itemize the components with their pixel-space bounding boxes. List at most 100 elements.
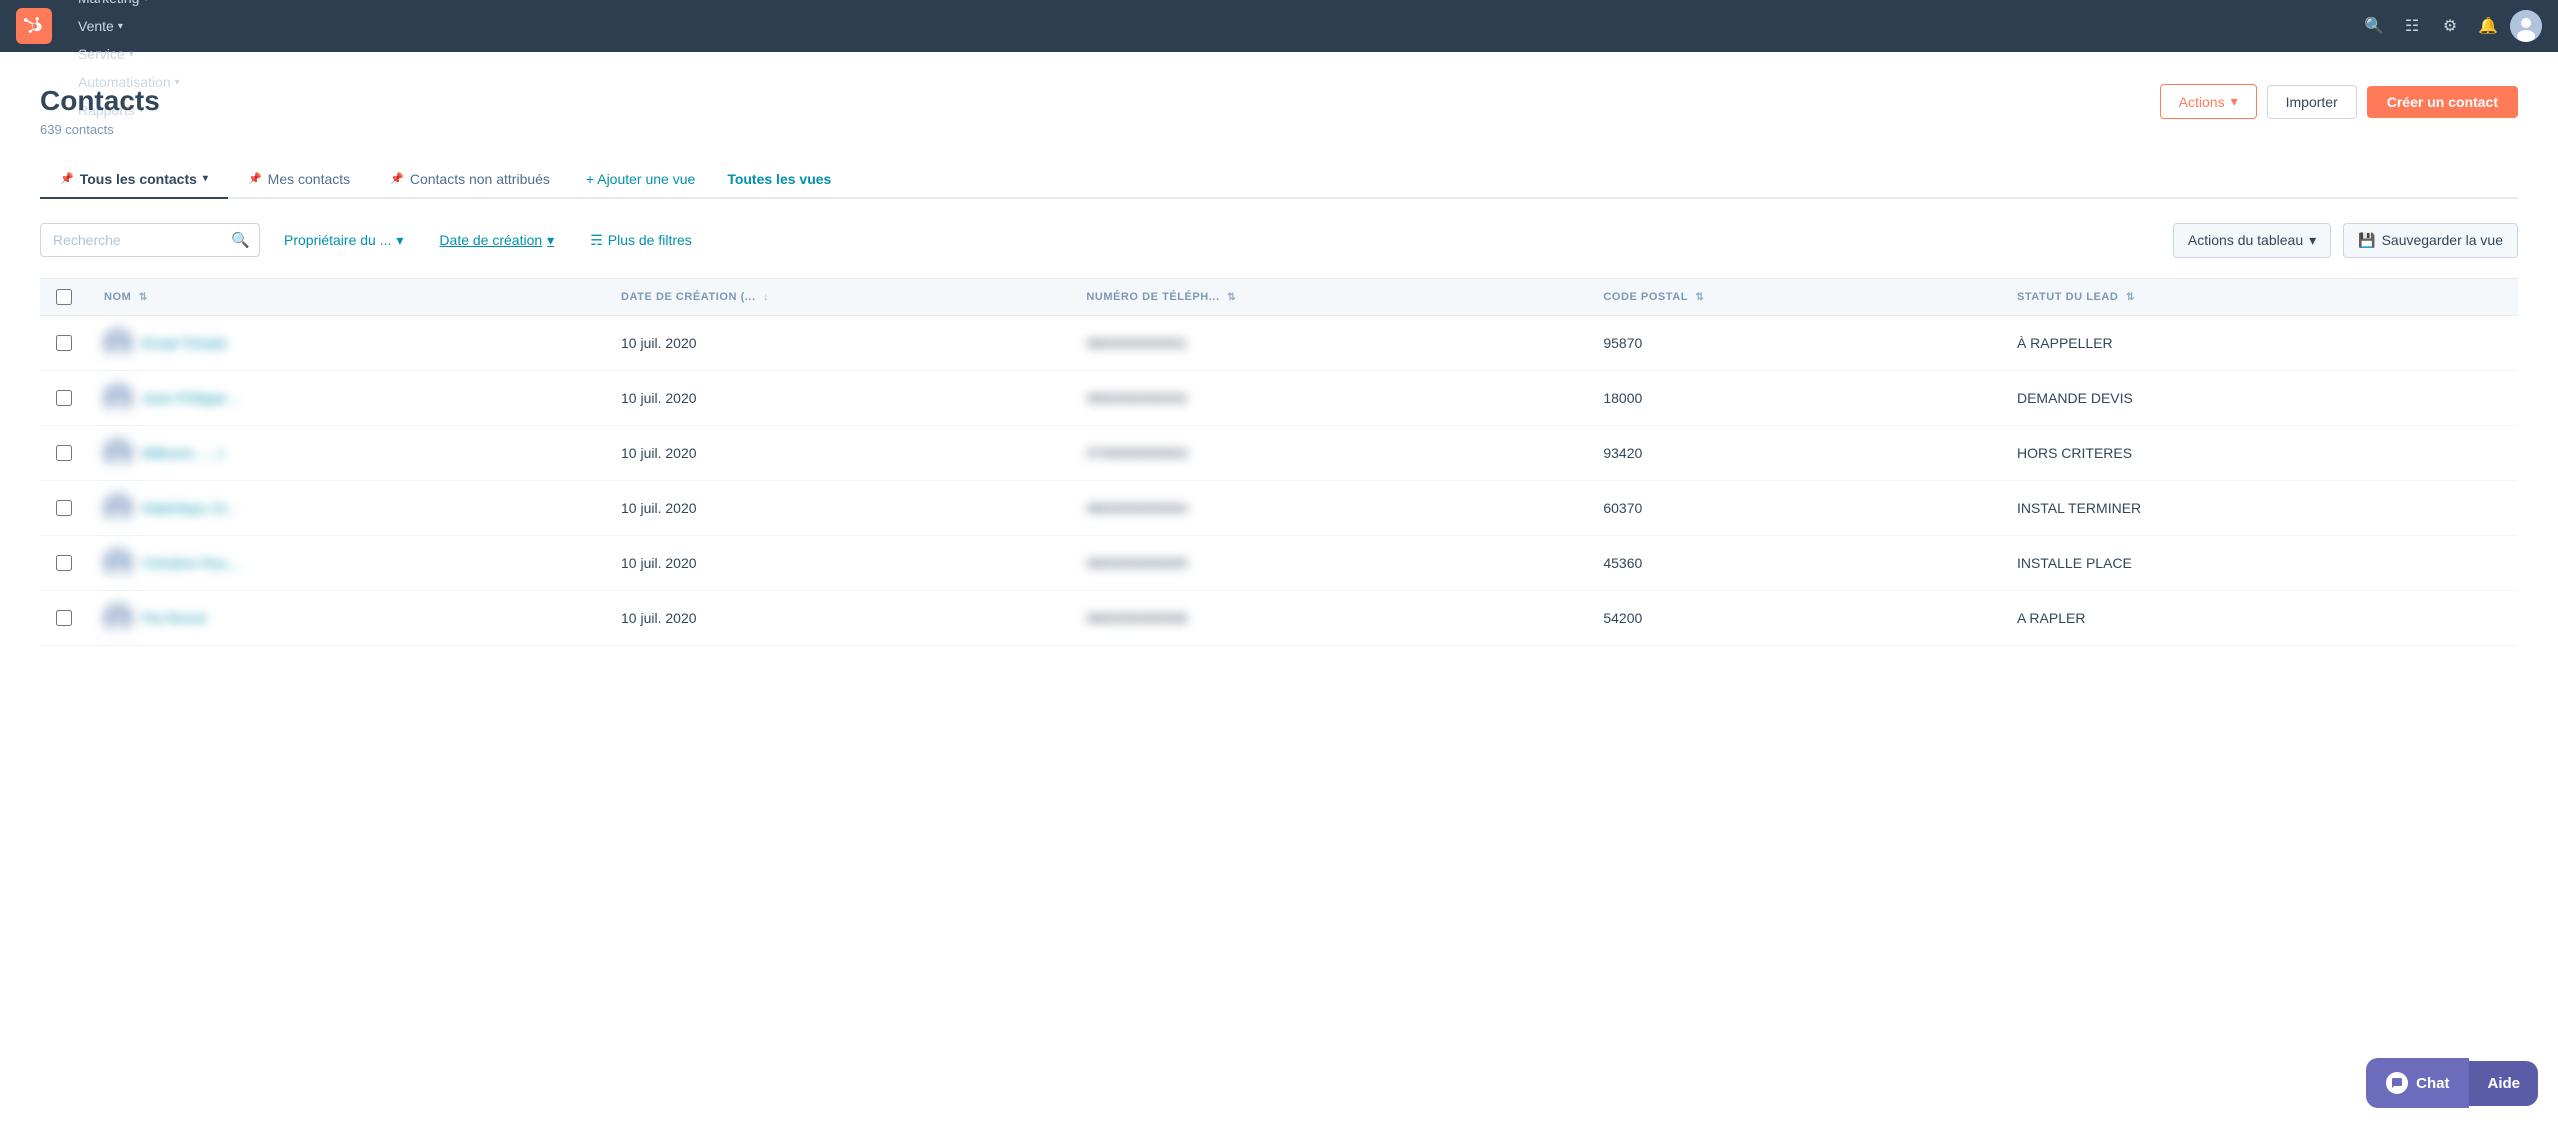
contact-postal: 60370 [1603, 500, 1642, 516]
contact-statut: À RAPPELLER [2017, 335, 2113, 351]
owner-filter[interactable]: Propriétaire du ... ▾ [272, 224, 415, 257]
nav-label: Vente [78, 18, 114, 34]
row-statut-cell: INSTAL TERMINER [2001, 480, 2518, 535]
table-row: Pia Renoir 10 juil. 2020 0600000000006 5… [40, 590, 2518, 645]
row-checkbox-cell [40, 370, 88, 425]
pin-icon: 📌 [248, 172, 262, 185]
contacts-table: NOM ⇅ DATE DE CRÉATION (... ↓ NUMÉRO DE … [40, 278, 2518, 646]
actions-button[interactable]: Actions ▾ [2160, 84, 2257, 119]
contact-name[interactable]: NatéAlepo Or... [142, 500, 238, 516]
all-views-tab[interactable]: Toutes les vues [711, 161, 847, 197]
search-icon[interactable]: 🔍 [231, 231, 250, 249]
contact-avatar [104, 494, 132, 522]
nav-label: Service [78, 46, 125, 62]
aide-button[interactable]: Aide [2469, 1061, 2538, 1106]
contact-name[interactable]: Christine Rou.... [142, 555, 242, 571]
save-view-button[interactable]: 💾 Sauvegarder la vue [2343, 223, 2518, 258]
row-name-cell: NatéAlepo Or... [88, 480, 605, 535]
row-date-cell: 10 juil. 2020 [605, 590, 1070, 645]
more-filters-button[interactable]: ☴ Plus de filtres [578, 224, 704, 257]
row-postal-cell: 54200 [1587, 590, 2001, 645]
page-title: Contacts [40, 84, 160, 118]
th-phone[interactable]: NUMÉRO DE TÉLÉPH... ⇅ [1070, 278, 1587, 315]
filters-bar: 🔍 Propriétaire du ... ▾ Date de création… [40, 223, 2518, 258]
tabs-container: 📌Tous les contacts▾📌Mes contacts📌Contact… [40, 161, 570, 197]
topnav-icons: 🔍 ☷ ⚙ 🔔 [2358, 10, 2542, 42]
tab-2[interactable]: 📌Contacts non attribués [370, 161, 570, 199]
row-checkbox[interactable] [56, 555, 72, 571]
row-phone-cell: 0600000000004 [1070, 480, 1587, 535]
contact-name[interactable]: Millicent.......t [142, 445, 224, 461]
settings-icon[interactable]: ⚙ [2434, 10, 2466, 42]
row-name-cell: Emad Tchado [88, 315, 605, 370]
tab-1[interactable]: 📌Mes contacts [228, 161, 370, 199]
th-date[interactable]: DATE DE CRÉATION (... ↓ [605, 278, 1070, 315]
nav-item-service[interactable]: Service▾ [68, 40, 190, 68]
contact-statut: INSTALLE PLACE [2017, 555, 2132, 571]
tab-0[interactable]: 📌Tous les contacts▾ [40, 161, 228, 199]
page-header: Contacts 639 contacts Actions ▾ Importer… [40, 84, 2518, 137]
row-checkbox[interactable] [56, 610, 72, 626]
chevron-down-icon: ▾ [118, 21, 123, 32]
table-row: Millicent.......t 10 juil. 2020 07000000… [40, 425, 2518, 480]
table-actions-button[interactable]: Actions du tableau ▾ [2173, 223, 2331, 258]
contact-statut: A RAPLER [2017, 610, 2085, 626]
notifications-icon[interactable]: 🔔 [2472, 10, 2504, 42]
contact-postal: 93420 [1603, 445, 1642, 461]
contact-phone: 0600000000005 [1086, 555, 1187, 571]
chevron-down-icon: ▾ [396, 232, 403, 249]
contact-name[interactable]: Jean-Philippe ... [142, 390, 242, 406]
date-filter[interactable]: Date de création ▾ [427, 224, 566, 257]
grid-icon[interactable]: ☷ [2396, 10, 2428, 42]
contact-date: 10 juil. 2020 [621, 390, 697, 406]
contact-phone: 0600000000004 [1086, 500, 1187, 516]
row-checkbox-cell [40, 590, 88, 645]
row-postal-cell: 60370 [1587, 480, 2001, 535]
contact-name[interactable]: Emad Tchado [142, 335, 227, 351]
chat-button[interactable]: Chat [2366, 1058, 2469, 1108]
row-checkbox[interactable] [56, 390, 72, 406]
chevron-down-icon: ▾ [175, 77, 180, 88]
import-button[interactable]: Importer [2267, 85, 2357, 119]
row-statut-cell: HORS CRITERES [2001, 425, 2518, 480]
pin-icon: 📌 [390, 172, 404, 185]
th-postal[interactable]: CODE POSTAL ⇅ [1587, 278, 2001, 315]
contact-phone: 0600000000001 [1086, 335, 1187, 351]
th-statut[interactable]: STATUT DU LEAD ⇅ [2001, 278, 2518, 315]
contact-postal: 95870 [1603, 335, 1642, 351]
nav-item-vente[interactable]: Vente ▾ [68, 12, 190, 40]
row-date-cell: 10 juil. 2020 [605, 480, 1070, 535]
row-date-cell: 10 juil. 2020 [605, 370, 1070, 425]
nav-item-marketing[interactable]: Marketing▾ [68, 0, 190, 12]
row-name-cell: Pia Renoir [88, 590, 605, 645]
row-checkbox[interactable] [56, 335, 72, 351]
create-contact-button[interactable]: Créer un contact [2367, 86, 2518, 118]
add-view-tab[interactable]: + Ajouter une vue [570, 161, 711, 197]
contact-avatar [104, 329, 132, 357]
contact-name[interactable]: Pia Renoir [142, 610, 207, 626]
contact-avatar [104, 604, 132, 632]
sort-active-icon: ↓ [763, 292, 769, 303]
contact-date: 10 juil. 2020 [621, 500, 697, 516]
sort-icon: ⇅ [139, 292, 148, 303]
th-nom[interactable]: NOM ⇅ [88, 278, 605, 315]
chevron-down-icon: ▾ [2231, 93, 2238, 110]
row-checkbox[interactable] [56, 500, 72, 516]
row-name-cell: Jean-Philippe ... [88, 370, 605, 425]
th-checkbox [40, 278, 88, 315]
contact-phone: 0600000000006 [1086, 610, 1187, 626]
contact-phone: 0600000000002 [1086, 390, 1187, 406]
row-phone-cell: 0600000000005 [1070, 535, 1587, 590]
search-icon[interactable]: 🔍 [2358, 10, 2390, 42]
top-navigation: Contacts▾Conversations▾Marketing▾Vente▾S… [0, 0, 2558, 52]
contact-date: 10 juil. 2020 [621, 335, 697, 351]
table-row: NatéAlepo Or... 10 juil. 2020 0600000000… [40, 480, 2518, 535]
hubspot-logo[interactable] [16, 8, 52, 44]
avatar[interactable] [2510, 10, 2542, 42]
search-input[interactable] [40, 223, 260, 257]
contact-postal: 18000 [1603, 390, 1642, 406]
nav-label: Marketing [78, 0, 139, 6]
row-checkbox[interactable] [56, 445, 72, 461]
select-all-checkbox[interactable] [56, 289, 72, 305]
contact-avatar [104, 549, 132, 577]
